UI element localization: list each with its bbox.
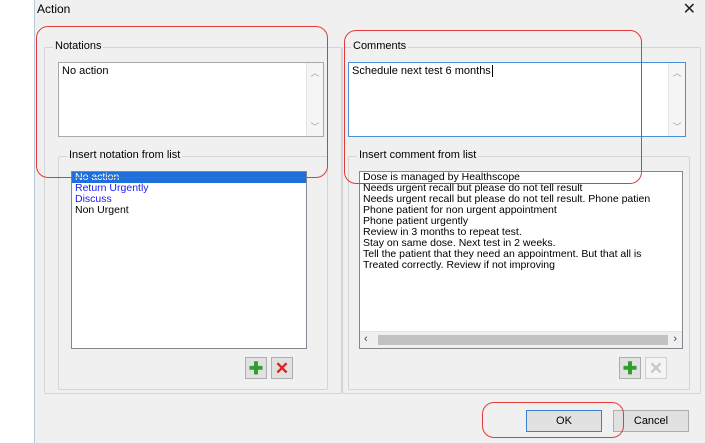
insert-notation-group: Insert notation from list No action Retu…: [58, 149, 328, 390]
comments-group-label: Comments: [351, 40, 409, 52]
insert-comment-group: Insert comment from list Dose is managed…: [348, 149, 690, 390]
comments-textbox-value: Schedule next test 6 months: [352, 65, 491, 77]
notation-listbox[interactable]: No action Return Urgently Discuss Non Ur…: [71, 171, 307, 349]
notations-group-label: Notations: [53, 40, 104, 52]
comment-list-hscrollbar[interactable]: ‹ ›: [360, 331, 682, 348]
delete-notation-button[interactable]: ✕: [271, 357, 293, 379]
notations-textbox[interactable]: No action ︿ ﹀: [58, 62, 324, 137]
action-dialog: Action ✕ Notations No action ︿ ﹀ Insert …: [34, 0, 705, 443]
comment-list-item[interactable]: Treated correctly. Review if not improvi…: [360, 260, 682, 271]
scroll-up-icon[interactable]: ︿: [669, 66, 685, 79]
scroll-down-icon[interactable]: ﹀: [669, 120, 685, 133]
notations-textbox-scrollbar[interactable]: ︿ ﹀: [306, 63, 323, 136]
plus-icon: ✚: [248, 358, 264, 378]
scroll-thumb[interactable]: [378, 335, 668, 345]
insert-notation-label: Insert notation from list: [67, 149, 183, 161]
comments-textbox-scrollbar[interactable]: ︿ ﹀: [668, 63, 685, 136]
close-icon[interactable]: ✕: [683, 2, 696, 18]
notation-list-item[interactable]: Non Urgent: [72, 205, 306, 216]
comment-listbox[interactable]: Dose is managed by Healthscope Needs urg…: [359, 171, 683, 349]
comments-group: Comments Schedule next test 6 months ︿ ﹀…: [342, 40, 701, 394]
delete-comment-button[interactable]: ✕: [645, 357, 667, 379]
notations-textbox-value: No action: [62, 65, 109, 77]
dialog-title: Action: [37, 2, 71, 16]
add-notation-button[interactable]: ✚: [245, 357, 267, 379]
scroll-down-icon[interactable]: ﹀: [307, 120, 323, 133]
cancel-button[interactable]: Cancel: [613, 410, 689, 432]
comments-textbox[interactable]: Schedule next test 6 months ︿ ﹀: [348, 62, 686, 137]
scroll-right-icon[interactable]: ›: [673, 333, 677, 345]
add-comment-button[interactable]: ✚: [619, 357, 641, 379]
scroll-up-icon[interactable]: ︿: [307, 66, 323, 79]
insert-comment-label: Insert comment from list: [357, 149, 479, 161]
scroll-left-icon[interactable]: ‹: [364, 333, 368, 345]
delete-icon: ✕: [648, 358, 664, 378]
notations-group: Notations No action ︿ ﹀ Insert notation …: [44, 40, 342, 394]
delete-icon: ✕: [274, 358, 290, 378]
plus-icon: ✚: [622, 358, 638, 378]
ok-button[interactable]: OK: [526, 410, 602, 432]
